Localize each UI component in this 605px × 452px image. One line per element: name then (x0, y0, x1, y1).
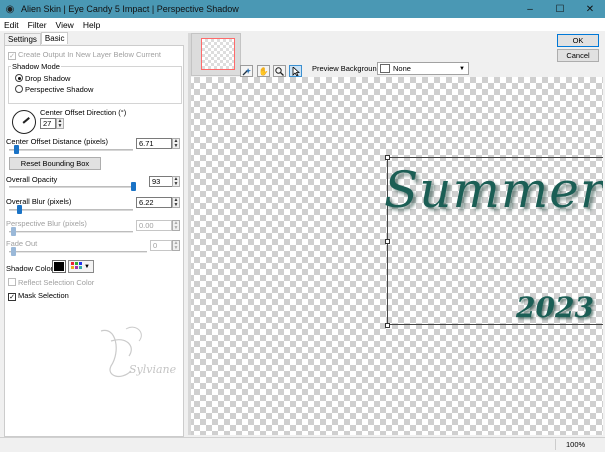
preview-background-value: None (393, 64, 411, 73)
mask-selection-label: Mask Selection (18, 291, 69, 300)
hand-icon[interactable]: ✋ (257, 65, 270, 77)
close-icon[interactable]: ✕ (575, 0, 605, 18)
drop-shadow-label: Drop Shadow (25, 74, 71, 83)
chevron-down-icon: ▼ (459, 65, 465, 72)
center-offset-distance-input[interactable]: 6.71 (136, 138, 172, 149)
create-output-option[interactable]: ✓ Create Output In New Layer Below Curren… (8, 50, 161, 60)
fade-out-slider-thumb[interactable] (11, 247, 16, 256)
wand-glyph (242, 67, 251, 75)
maximize-icon[interactable]: ☐ (545, 0, 575, 18)
fade-out-input[interactable]: 0 (150, 240, 172, 251)
perspective-blur-label: Perspective Blur (pixels) (6, 219, 87, 228)
pointer-glyph (292, 66, 300, 76)
preview-canvas[interactable]: Summer 2023 (188, 77, 603, 435)
blur-slider-thumb[interactable] (17, 205, 22, 214)
preview-background-label: Preview Background: (312, 64, 383, 73)
distance-slider-thumb[interactable] (14, 145, 19, 154)
wand-icon[interactable] (240, 65, 253, 77)
blur-slider-track[interactable] (9, 209, 133, 211)
color-picker-dropdown[interactable]: ▼ (68, 260, 94, 273)
perspective-shadow-label: Perspective Shadow (25, 85, 94, 94)
perspective-blur-slider-track[interactable] (9, 231, 133, 233)
center-offset-distance-label: Center Offset Distance (pixels) (6, 137, 108, 146)
create-output-label: Create Output In New Layer Below Current (18, 50, 161, 59)
reflect-selection-color-checkbox[interactable] (8, 278, 16, 286)
tab-basic[interactable]: Basic (40, 32, 69, 44)
overall-blur-input[interactable]: 6.22 (136, 197, 172, 208)
preview-year-text: 2023 (516, 291, 594, 324)
bounding-box-handle[interactable] (385, 323, 390, 328)
direction-dial[interactable] (12, 110, 36, 134)
fade-out-slider-track[interactable] (9, 251, 147, 253)
opacity-slider-thumb[interactable] (131, 182, 136, 191)
shadow-mode-label: Shadow Mode (11, 62, 61, 71)
cancel-button[interactable]: Cancel (557, 49, 599, 62)
shadow-color-label: Shadow Color (6, 264, 54, 273)
menu-view[interactable]: View (56, 20, 74, 30)
shadow-color-fill (54, 262, 64, 271)
app-logo-icon: ◉ (5, 3, 15, 15)
menu-edit[interactable]: Edit (4, 20, 19, 30)
title-bar: ◉ Alien Skin | Eye Candy 5 Impact | Pers… (0, 0, 605, 18)
perspective-shadow-radio[interactable] (15, 85, 23, 93)
status-bar (0, 437, 605, 452)
menu-bar: Edit Filter View Help (0, 18, 605, 31)
settings-tabs: Settings Basic (4, 32, 69, 45)
arrow-icon[interactable] (289, 65, 302, 77)
watermark-logo: Sylviane (100, 326, 177, 378)
minimize-icon[interactable]: – (515, 0, 545, 18)
bounding-box-handle[interactable] (385, 155, 390, 160)
palette-grid-icon (71, 262, 82, 269)
menu-help[interactable]: Help (83, 20, 100, 30)
basic-panel: ✓ Create Output In New Layer Below Curren… (4, 45, 184, 437)
mask-selection-option[interactable]: ✓ Mask Selection (8, 291, 69, 301)
distance-spinner[interactable]: ▲ ▼ (172, 138, 180, 149)
mask-selection-checkbox[interactable]: ✓ (8, 293, 16, 301)
reflect-selection-color-option[interactable]: Reflect Selection Color (8, 278, 94, 287)
preview-title-text: Summer (384, 161, 603, 219)
preview-background-select[interactable]: None ▼ (377, 62, 469, 75)
fade-out-spinner[interactable]: ▲ ▼ (172, 240, 180, 251)
center-offset-direction-label: Center Offset Direction (°) (40, 108, 127, 117)
chevron-down-icon: ▼ (84, 263, 90, 270)
menu-filter[interactable]: Filter (28, 20, 47, 30)
overall-opacity-label: Overall Opacity (6, 175, 58, 184)
distance-slider-track[interactable] (9, 149, 133, 151)
overall-opacity-input[interactable]: 93 (149, 176, 173, 187)
perspective-blur-input[interactable]: 0.00 (136, 220, 172, 231)
reflect-selection-color-label: Reflect Selection Color (18, 278, 95, 287)
center-offset-direction-input[interactable]: 27 (40, 118, 56, 129)
drop-shadow-option[interactable]: Drop Shadow (15, 74, 70, 83)
overall-blur-label: Overall Blur (pixels) (6, 197, 72, 206)
window-title: Alien Skin | Eye Candy 5 Impact | Perspe… (21, 4, 239, 14)
perspective-blur-slider-thumb[interactable] (11, 227, 16, 236)
reset-bounding-box-button[interactable]: Reset Bounding Box (9, 157, 101, 170)
perspective-blur-spinner[interactable]: ▲ ▼ (172, 220, 180, 231)
zoom-icon[interactable] (273, 65, 286, 77)
ok-button[interactable]: OK (557, 34, 599, 47)
perspective-shadow-option[interactable]: Perspective Shadow (15, 85, 93, 94)
shadow-color-swatch[interactable] (52, 260, 66, 273)
zoom-level: 100% (555, 439, 603, 450)
opacity-spinner[interactable]: ▲ ▼ (172, 176, 180, 187)
blur-spinner[interactable]: ▲ ▼ (172, 197, 180, 208)
drop-shadow-radio[interactable] (15, 74, 23, 82)
watermark-signature: Sylviane (129, 363, 177, 376)
tab-settings[interactable]: Settings (4, 33, 41, 45)
create-output-checkbox[interactable]: ✓ (8, 52, 16, 60)
opacity-slider-track[interactable] (9, 186, 133, 188)
magnifier-glyph (275, 66, 284, 76)
preview-divider (188, 33, 191, 435)
background-swatch (380, 64, 390, 73)
navigator-view-box[interactable] (201, 38, 235, 70)
bounding-box-handle[interactable] (385, 239, 390, 244)
direction-spinner[interactable]: ▲ ▼ (56, 118, 64, 129)
